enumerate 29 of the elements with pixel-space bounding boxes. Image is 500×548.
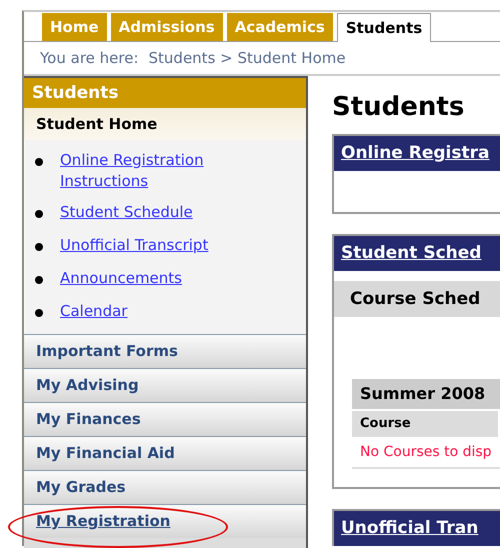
sidebar-item[interactable]: My Financial Aid <box>24 436 306 470</box>
sidebar-item[interactable]: Important Forms <box>24 334 306 368</box>
term-heading: Summer 2008 <box>352 379 500 409</box>
sidebar-item[interactable]: My Registration <box>24 504 306 538</box>
breadcrumb-path: Students > Student Home <box>148 49 346 67</box>
breadcrumb-label: You are here: <box>40 49 139 67</box>
bullet-icon <box>35 309 43 317</box>
sidebar-section-heading[interactable]: Student Home <box>24 108 306 140</box>
nav-tab[interactable]: Students <box>336 13 432 42</box>
sidebar-item[interactable]: My Advising <box>24 368 306 402</box>
sidebar-link[interactable]: Announcements <box>60 268 250 289</box>
bullet-icon <box>35 210 43 218</box>
page-heading: Students <box>332 91 466 124</box>
sidebar-link[interactable]: Online Registration Instructions <box>60 150 250 192</box>
column-header: Course <box>352 411 498 437</box>
sidebar-link[interactable]: Calendar <box>60 301 250 322</box>
sidebar-title: Students <box>24 78 306 108</box>
empty-message: No Courses to disp <box>352 437 500 469</box>
panel-title-link[interactable]: Student Sched <box>334 236 500 271</box>
sidebar-item[interactable]: My Finances <box>24 402 306 436</box>
bullet-icon <box>35 276 43 284</box>
sidebar-item[interactable]: My Grades <box>24 470 306 504</box>
bullet-icon <box>35 243 43 251</box>
panel-title-link[interactable]: Online Registra <box>334 136 500 171</box>
sidebar-link[interactable]: Unofficial Transcript <box>60 235 250 256</box>
bullet-icon <box>35 158 43 166</box>
panel-title-link[interactable]: Unofficial Tran <box>334 511 500 546</box>
sidebar-link[interactable]: Student Schedule <box>60 202 250 223</box>
subheading-bar: Course Sched <box>334 281 500 317</box>
